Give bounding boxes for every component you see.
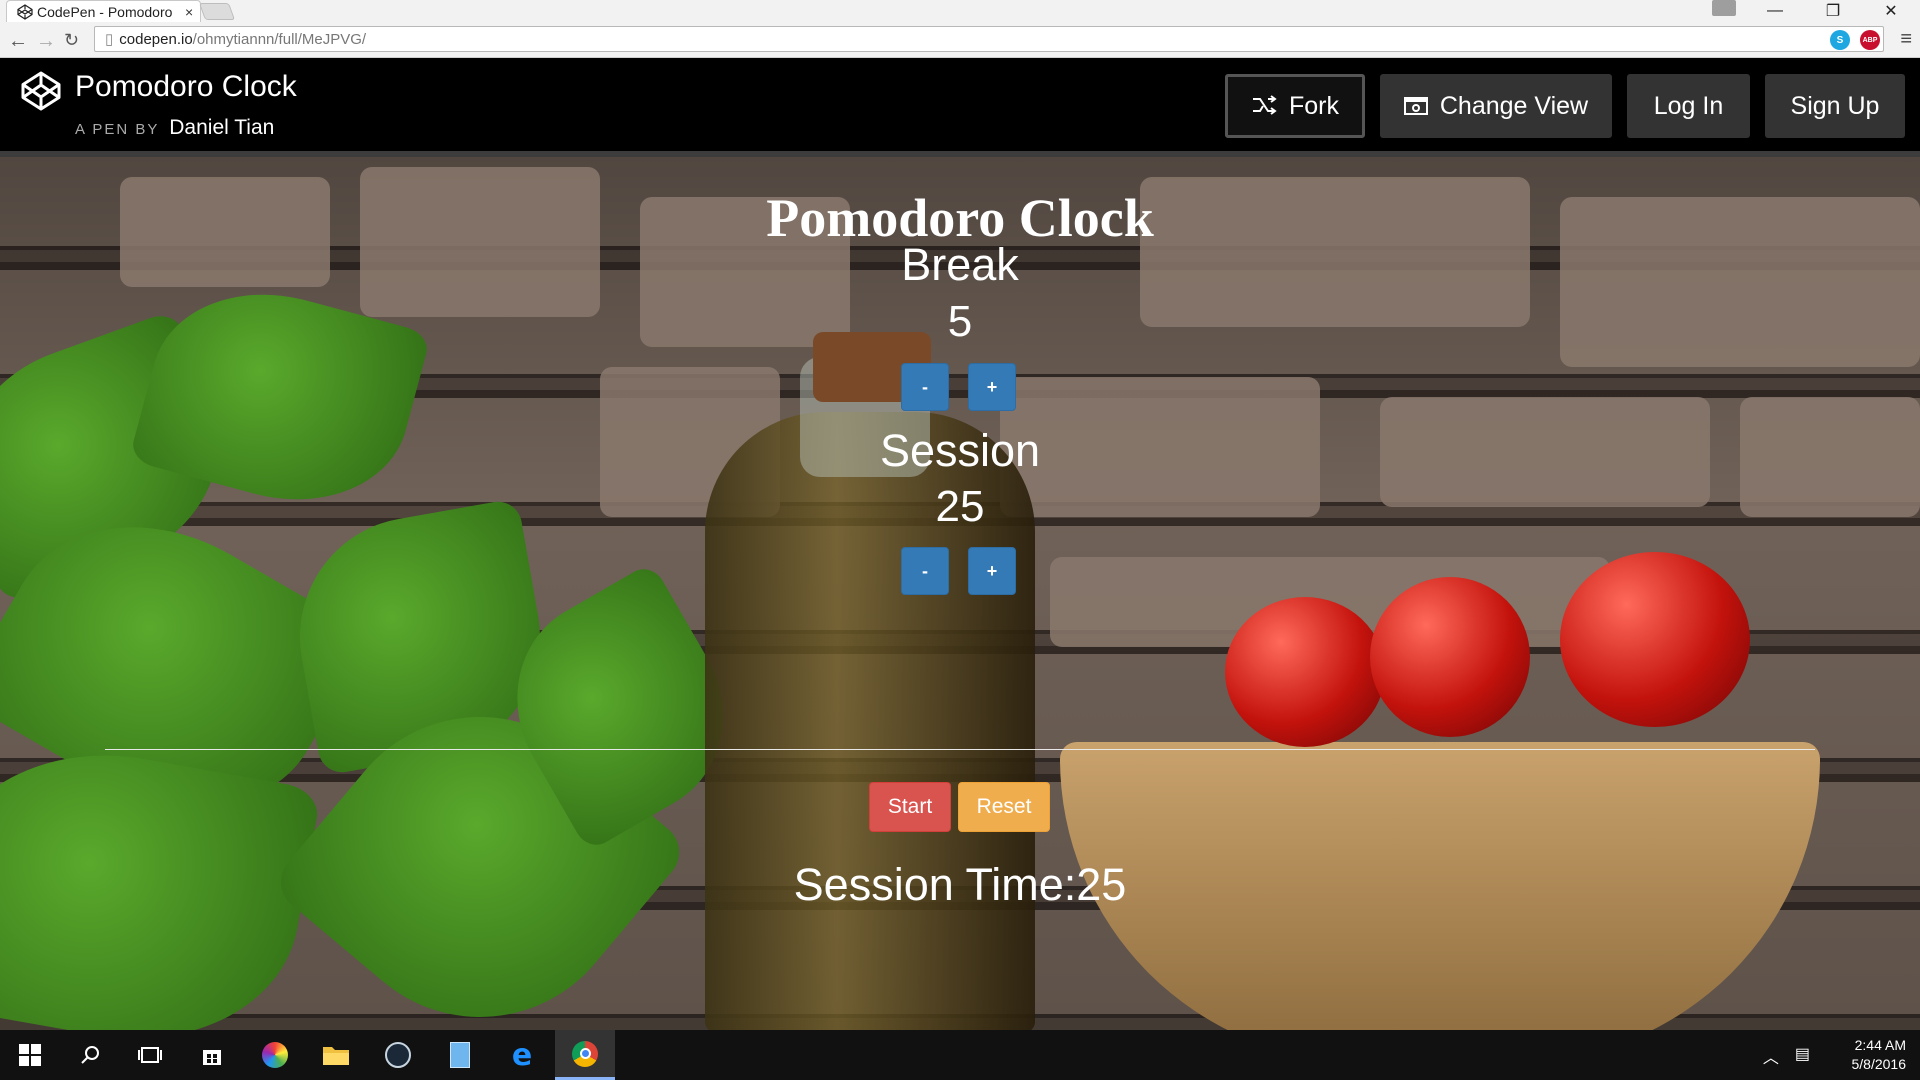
notepad-icon[interactable]	[430, 1030, 490, 1080]
edge-icon[interactable]: e	[492, 1030, 552, 1080]
restore-icon[interactable]: ❐	[1804, 0, 1862, 22]
change-view-icon	[1403, 97, 1428, 115]
browser-tab[interactable]: CodePen - Pomodoro ×	[6, 0, 201, 22]
fork-button[interactable]: Fork	[1225, 74, 1365, 138]
codepen-header: Pomodoro Clock A PEN BY Daniel Tian Fork…	[0, 58, 1920, 157]
session-label: Session	[879, 425, 1041, 476]
session-value: 25	[935, 482, 985, 531]
codepen-logo-icon[interactable]	[20, 70, 62, 112]
login-button[interactable]: Log In	[1627, 74, 1750, 138]
pen-byline: A PEN BY Daniel Tian	[75, 116, 274, 140]
adblock-extension-icon[interactable]: ABP	[1860, 30, 1880, 50]
fork-label: Fork	[1289, 91, 1339, 120]
break-increment-button[interactable]: +	[968, 363, 1016, 411]
change-view-button[interactable]: Change View	[1380, 74, 1612, 138]
break-label: Break	[901, 239, 1019, 290]
task-view-icon[interactable]	[120, 1030, 180, 1080]
browser-toolbar: ← → ↻ ▯ codepen.io/ohmytiannn/full/MeJPV…	[0, 22, 1920, 58]
profile-icon[interactable]	[1712, 0, 1736, 16]
file-explorer-icon[interactable]	[306, 1030, 366, 1080]
session-time-display: Session Time:25	[793, 859, 1127, 910]
byline-prefix: A PEN BY	[75, 121, 160, 138]
search-icon[interactable]	[60, 1030, 120, 1080]
page-icon: ▯	[105, 31, 114, 48]
codepen-icon	[17, 3, 33, 20]
session-increment-button[interactable]: +	[968, 547, 1016, 595]
break-value: 5	[947, 297, 973, 346]
steam-icon[interactable]	[368, 1030, 428, 1080]
system-clock[interactable]: 2:44 AM 5/8/2016	[1852, 1036, 1907, 1074]
skype-extension-icon[interactable]: S	[1830, 30, 1850, 50]
notifications-icon[interactable]: ▤	[1795, 1044, 1810, 1068]
chrome-taskbar-icon[interactable]	[555, 1030, 615, 1080]
tab-title: CodePen - Pomodoro	[37, 3, 173, 20]
session-decrement-button[interactable]: -	[901, 547, 949, 595]
minimize-icon[interactable]: —	[1746, 0, 1804, 22]
chrome-menu-icon[interactable]: ≡	[1900, 28, 1912, 51]
start-button[interactable]: Start	[869, 782, 951, 832]
change-view-label: Change View	[1439, 91, 1589, 120]
clock-date: 5/8/2016	[1851, 1056, 1907, 1072]
divider	[105, 749, 1815, 750]
photos-icon[interactable]	[245, 1030, 305, 1080]
pen-output: Pomodoro Clock Break 5 - + Session 25 - …	[0, 157, 1920, 1030]
store-icon[interactable]	[182, 1030, 242, 1080]
tray-chevron-icon[interactable]: ︿	[1763, 1044, 1779, 1068]
windows-start-icon[interactable]	[0, 1030, 60, 1080]
tab-close-icon[interactable]: ×	[185, 4, 193, 20]
browser-tabstrip: CodePen - Pomodoro × — ❐ ✕	[0, 0, 1920, 22]
clock-time: 2:44 AM	[1854, 1037, 1906, 1053]
pen-title: Pomodoro Clock	[75, 70, 297, 103]
close-window-icon[interactable]: ✕	[1862, 0, 1920, 22]
forward-icon[interactable]: →	[36, 30, 56, 53]
signup-button[interactable]: Sign Up	[1765, 74, 1905, 138]
break-decrement-button[interactable]: -	[901, 363, 949, 411]
new-tab-button[interactable]	[198, 3, 236, 20]
url-host: codepen.io	[119, 30, 193, 48]
author-link[interactable]: Daniel Tian	[169, 116, 274, 139]
windows-taskbar: e ︿ ▤ 2:44 AM 5/8/2016	[0, 1030, 1920, 1080]
reset-button[interactable]: Reset	[958, 782, 1050, 832]
fork-icon	[1253, 95, 1277, 115]
reload-icon[interactable]: ↻	[64, 30, 79, 51]
url-path: /ohmytiannn/full/MeJPVG/	[192, 30, 367, 48]
back-icon[interactable]: ←	[8, 30, 28, 53]
address-bar[interactable]: ▯ codepen.io/ohmytiannn/full/MeJPVG/ ⚲ ☆	[94, 26, 1884, 52]
